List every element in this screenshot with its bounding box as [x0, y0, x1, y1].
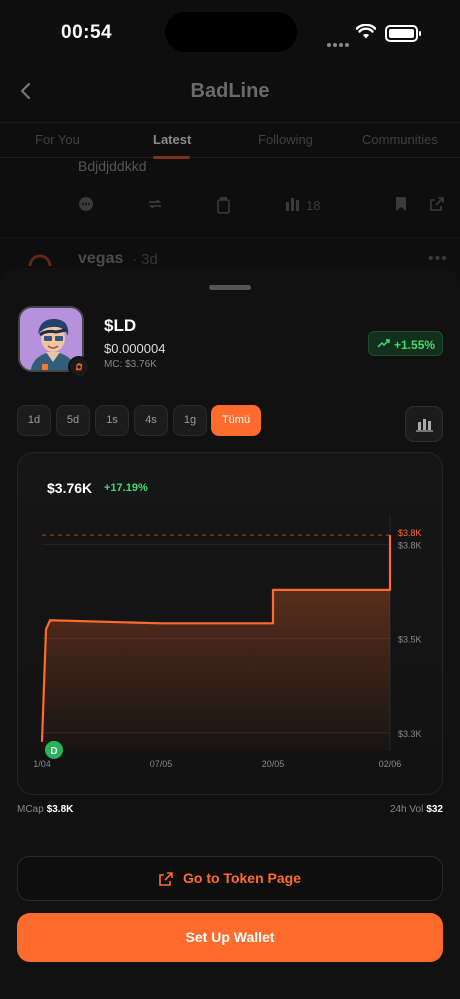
platform-badge-icon — [68, 356, 90, 378]
price-change-value: +1.55% — [394, 338, 436, 352]
timeframe-1g[interactable]: 1g — [173, 405, 207, 436]
dynamic-island — [165, 12, 297, 52]
go-to-token-page-label: Go to Token Page — [183, 870, 301, 886]
timeframe-5d[interactable]: 5d — [56, 405, 90, 436]
price-chart: $3.76K +17.19% $3.8K $3.5K $3.3K $3.8K 1/04 0… — [17, 452, 443, 795]
volume-value: $32 — [426, 804, 443, 815]
status-time: 00:54 — [61, 22, 113, 43]
views-count: 18 — [306, 198, 321, 213]
tab-for-you[interactable]: For You — [35, 132, 80, 147]
go-to-token-page-button[interactable]: Go to Token Page — [17, 856, 443, 901]
token-market-cap: MC: $3.76K — [104, 359, 157, 370]
volume-label: 24h Vol — [389, 804, 424, 815]
post-actions: 18 — [0, 194, 460, 218]
chart-plot[interactable]: $3.8K $3.5K $3.3K $3.8K 1/04 07/05 20/05 02/06 D — [18, 453, 443, 795]
more-options-icon[interactable]: ••• — [428, 250, 448, 268]
tip-jar-icon[interactable] — [216, 196, 232, 214]
timeframe-1s[interactable]: 1s — [95, 405, 129, 436]
post-text: Bdjdjddkkd — [78, 158, 147, 174]
mcap-stat: MCap $3.8K — [17, 804, 73, 815]
comment-icon[interactable] — [78, 196, 94, 212]
y-tick-label: $3.5K — [398, 635, 422, 645]
timeframe-4s[interactable]: 4s — [134, 405, 168, 436]
sheet-handle[interactable] — [209, 285, 251, 290]
trend-up-icon — [377, 339, 390, 348]
post-author[interactable]: vegas — [78, 250, 123, 268]
price-change-badge: +1.55% — [368, 331, 443, 356]
token-symbol: $LD — [104, 316, 137, 335]
mcap-label: MCap — [17, 804, 44, 815]
token-price: $0.000004 — [104, 341, 166, 356]
app-header: BadLine — [0, 64, 460, 120]
post-age: · 3d — [132, 251, 158, 268]
set-up-wallet-label: Set Up Wallet — [185, 929, 275, 945]
feed-tabs: For You Latest Following Communities — [0, 122, 460, 159]
tab-latest[interactable]: Latest — [153, 132, 191, 147]
x-tick-label: 02/06 — [379, 759, 402, 769]
page-title: BadLine — [190, 80, 270, 102]
y-tick-label: $3.3K — [398, 729, 422, 739]
price-area — [42, 535, 390, 751]
status-bar: 00:54 — [0, 0, 460, 64]
x-tick-label: 1/04 — [33, 759, 51, 769]
share-icon[interactable] — [429, 196, 445, 212]
timeframe-all[interactable]: Tümü — [211, 405, 261, 436]
x-tick-label: 20/05 — [262, 759, 285, 769]
active-tab-indicator — [153, 156, 190, 159]
y-tick-label: $3.8K — [398, 540, 422, 550]
signal-icon — [327, 34, 351, 52]
wifi-icon — [356, 24, 376, 39]
divider — [0, 237, 460, 238]
event-marker-label: D — [50, 746, 57, 757]
x-tick-label: 07/05 — [150, 759, 173, 769]
repost-icon[interactable] — [147, 196, 163, 212]
avatar[interactable] — [28, 254, 52, 268]
volume-stat: 24h Vol $32 — [390, 804, 443, 815]
set-up-wallet-button[interactable]: Set Up Wallet — [17, 913, 443, 962]
battery-icon — [385, 25, 421, 42]
candlestick-chart-icon — [416, 419, 433, 432]
chart-type-button[interactable] — [405, 406, 443, 442]
bookmark-icon[interactable] — [394, 196, 408, 212]
views-chart-icon[interactable] — [285, 196, 301, 212]
tab-following[interactable]: Following — [258, 132, 313, 147]
current-price-label: $3.8K — [398, 528, 422, 538]
timeframe-1d[interactable]: 1d — [17, 405, 51, 436]
external-link-icon — [159, 872, 173, 886]
token-sheet: $LD $0.000004 MC: $3.76K +1.55% 1d 5d 1s… — [0, 268, 460, 999]
mcap-value: $3.8K — [46, 804, 74, 815]
tab-communities[interactable]: Communities — [362, 132, 438, 147]
